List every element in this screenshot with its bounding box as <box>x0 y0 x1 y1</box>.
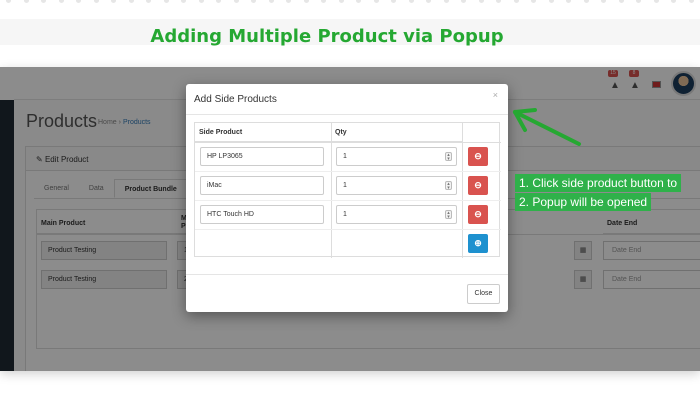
qty-value: 1 <box>343 211 347 218</box>
modal-divider <box>186 114 508 115</box>
modal-title: Add Side Products <box>194 94 277 105</box>
modal-footer-divider <box>186 274 508 275</box>
column-header-qty: Qty <box>331 123 462 142</box>
add-row-button[interactable]: ⊕ <box>468 234 488 253</box>
spinner-icon[interactable]: ▴ ▾ <box>445 210 452 220</box>
side-product-input[interactable]: HP LP3065 <box>200 147 324 166</box>
side-product-input[interactable]: HTC Touch HD <box>200 205 324 224</box>
qty-input[interactable]: 1 ▴ ▾ <box>336 147 457 166</box>
side-product-input[interactable]: iMac <box>200 176 324 195</box>
pointer-arrow-icon <box>513 108 581 146</box>
qty-value: 1 <box>343 153 347 160</box>
close-icon[interactable]: × <box>493 90 498 100</box>
spinner-icon[interactable]: ▴ ▾ <box>445 152 452 162</box>
remove-row-button[interactable]: ⊖ <box>468 176 488 195</box>
spinner-icon[interactable]: ▴ ▾ <box>445 181 452 191</box>
qty-input[interactable]: 1 ▴ ▾ <box>336 205 457 224</box>
tutorial-heading: Adding Multiple Product via Popup <box>150 26 504 47</box>
qty-input[interactable]: 1 ▴ ▾ <box>336 176 457 195</box>
remove-row-button[interactable]: ⊖ <box>468 205 488 224</box>
column-header-side-product: Side Product <box>195 123 331 142</box>
add-side-products-modal: Add Side Products × Side Product Qty HP … <box>186 84 508 312</box>
close-button[interactable]: Close <box>467 284 500 304</box>
qty-value: 1 <box>343 182 347 189</box>
remove-row-button[interactable]: ⊖ <box>468 147 488 166</box>
annotation-step-1: 1. Click side product button to <box>515 174 682 192</box>
decorative-dots <box>0 0 700 6</box>
side-products-table: Side Product Qty HP LP3065 1 ▴ ▾ ⊖ iMac 1… <box>194 122 501 258</box>
annotation-step-2: 2. Popup will be opened <box>515 193 652 211</box>
